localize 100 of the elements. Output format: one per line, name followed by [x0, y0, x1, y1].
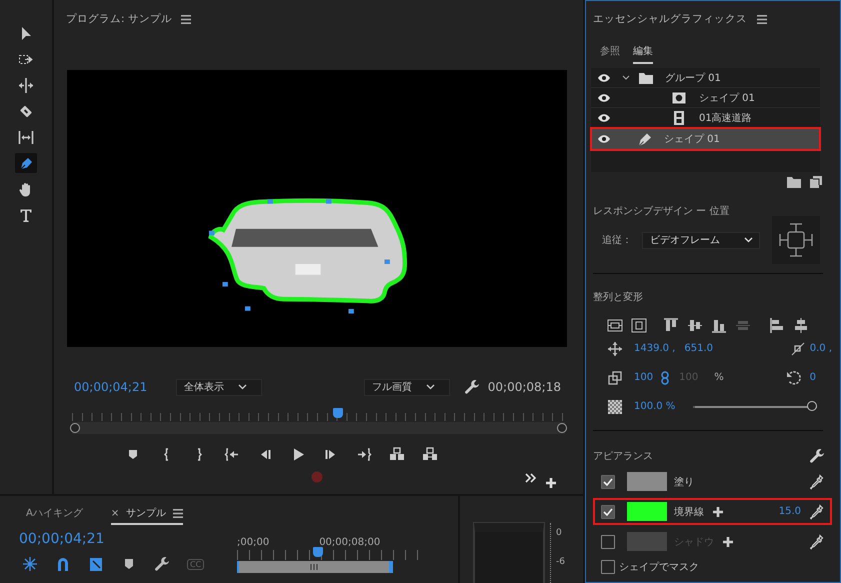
- align-vertical-center-button[interactable]: [687, 317, 703, 334]
- go-to-out-button[interactable]: [356, 446, 372, 463]
- pin-widget-icon[interactable]: [772, 216, 820, 264]
- go-to-out-icon: [356, 446, 372, 463]
- section-heading: 整列と変形: [593, 290, 644, 304]
- panel-tab[interactable]: 参照: [600, 44, 620, 64]
- color-swatch[interactable]: [627, 532, 667, 551]
- quality-dropdown[interactable]: フル画質: [364, 378, 450, 396]
- plus-icon[interactable]: [712, 506, 724, 518]
- clip-bar[interactable]: [237, 561, 393, 573]
- align-frame-button[interactable]: [631, 317, 647, 334]
- sequence-tab[interactable]: × サンプル: [110, 506, 184, 525]
- close-button[interactable]: ×: [110, 508, 120, 518]
- new-layer-icon[interactable]: [810, 176, 822, 188]
- new-group-icon[interactable]: [787, 176, 801, 188]
- slip-tool-icon: [18, 128, 34, 146]
- align-selection-button[interactable]: [607, 317, 623, 334]
- wrench-icon[interactable]: [154, 556, 170, 572]
- panel-title: プログラム: サンプル: [66, 12, 172, 26]
- ripple-edit-tool-icon: [18, 76, 34, 94]
- checkbox[interactable]: [601, 534, 615, 548]
- follow-dropdown[interactable]: ビデオフレーム: [642, 232, 760, 248]
- magnet-icon[interactable]: [55, 556, 71, 572]
- scale-value[interactable]: 100: [634, 372, 654, 383]
- mask-label: シェイプでマスク: [619, 560, 699, 574]
- eye-icon[interactable]: [597, 92, 611, 102]
- eyedropper-icon[interactable]: [810, 504, 824, 520]
- ruler-label: 00;00;08;00: [319, 537, 380, 548]
- panel-title: エッセンシャルグラフィックス: [593, 12, 747, 26]
- layer-row[interactable]: グループ 01: [591, 68, 820, 88]
- go-to-in-button[interactable]: [224, 446, 240, 463]
- align-left-icon: [769, 317, 785, 334]
- eye-icon[interactable]: [597, 72, 611, 82]
- layer-name: グループ 01: [665, 72, 721, 84]
- align-left-button[interactable]: [769, 317, 785, 334]
- follow-label: 追従：: [602, 234, 633, 247]
- caret-icon: [426, 384, 435, 390]
- chevron-icon[interactable]: [622, 74, 630, 80]
- opacity-icon: [608, 400, 622, 414]
- link-icon[interactable]: [661, 370, 670, 384]
- align-horizontal-center-icon: [793, 317, 809, 334]
- zoom-handle[interactable]: [70, 423, 80, 433]
- slider-thumb[interactable]: [807, 400, 817, 410]
- meter-scale-label: 0: [556, 528, 563, 538]
- align-top-button[interactable]: [663, 317, 679, 334]
- stroke-width-value[interactable]: 15.0: [778, 506, 801, 517]
- menu-icon[interactable]: [757, 14, 767, 24]
- layer-row[interactable]: シェイプ 01: [591, 88, 820, 108]
- checkbox[interactable]: [601, 560, 615, 574]
- go-to-in-icon: [224, 446, 240, 463]
- menu-icon[interactable]: [173, 508, 184, 518]
- menu-icon[interactable]: [180, 14, 191, 24]
- zoom-handle[interactable]: [557, 423, 567, 433]
- extract-icon: [422, 446, 438, 463]
- meter-scale-label: -6: [556, 557, 565, 567]
- rotation-value[interactable]: 0: [810, 372, 816, 383]
- grip-icon: [310, 563, 318, 571]
- eyedropper-icon[interactable]: [810, 474, 824, 490]
- shape-layer-icon: [671, 90, 687, 106]
- extract-button[interactable]: [422, 446, 438, 463]
- panel-tab[interactable]: 編集: [633, 44, 653, 64]
- eye-icon[interactable]: [597, 112, 611, 122]
- more-icon[interactable]: [525, 473, 537, 483]
- playhead-marker[interactable]: [312, 547, 323, 557]
- mark-in-icon: [162, 446, 170, 463]
- align-bottom-icon: [711, 317, 727, 334]
- appearance-label: 塗り: [674, 476, 694, 488]
- lift-button[interactable]: [389, 446, 405, 463]
- color-swatch[interactable]: [627, 502, 667, 521]
- caret-icon: [238, 384, 247, 390]
- snap-icon[interactable]: [22, 556, 38, 572]
- playhead-marker[interactable]: [333, 408, 344, 418]
- position-x-value[interactable]: 1439.0 ,: [634, 343, 676, 354]
- plus-icon[interactable]: [722, 536, 734, 548]
- sequence-timecode[interactable]: 00;00;04;21: [19, 531, 237, 547]
- checkbox[interactable]: [601, 474, 615, 488]
- layer-name: シェイプ 01: [699, 92, 755, 104]
- anchor-value[interactable]: 0.0 ,: [810, 343, 832, 354]
- sequence-tab[interactable]: Aハイキング: [26, 506, 83, 525]
- section-heading: アピアランス: [593, 450, 653, 463]
- color-swatch[interactable]: [627, 472, 667, 491]
- eyedropper-icon[interactable]: [810, 534, 824, 550]
- playhead-timecode[interactable]: 00;00;04;21: [74, 380, 176, 394]
- align-selection-icon: [607, 317, 623, 334]
- linked-selection-icon[interactable]: [88, 556, 104, 572]
- wrench-icon[interactable]: [809, 448, 825, 464]
- align-horizontal-center-button[interactable]: [793, 317, 809, 334]
- layer-row[interactable]: シェイプ 01: [591, 128, 820, 150]
- plus-icon[interactable]: [545, 477, 557, 489]
- align-bottom-button[interactable]: [711, 317, 727, 334]
- opacity-value[interactable]: 100.0 %: [634, 401, 689, 412]
- section-heading: レスポンシブデザイン ー 位置: [593, 204, 730, 218]
- zoom-scroll-bar[interactable]: [72, 422, 565, 434]
- duration-timecode: 00;00;08;18: [488, 380, 561, 394]
- eye-icon[interactable]: [597, 134, 611, 144]
- wrench-icon[interactable]: [464, 379, 480, 395]
- checkbox[interactable]: [601, 504, 615, 518]
- position-y-value[interactable]: 651.0: [684, 343, 713, 354]
- zoom-dropdown[interactable]: 全体表示: [176, 378, 262, 396]
- pen-tool-button[interactable]: [15, 153, 37, 173]
